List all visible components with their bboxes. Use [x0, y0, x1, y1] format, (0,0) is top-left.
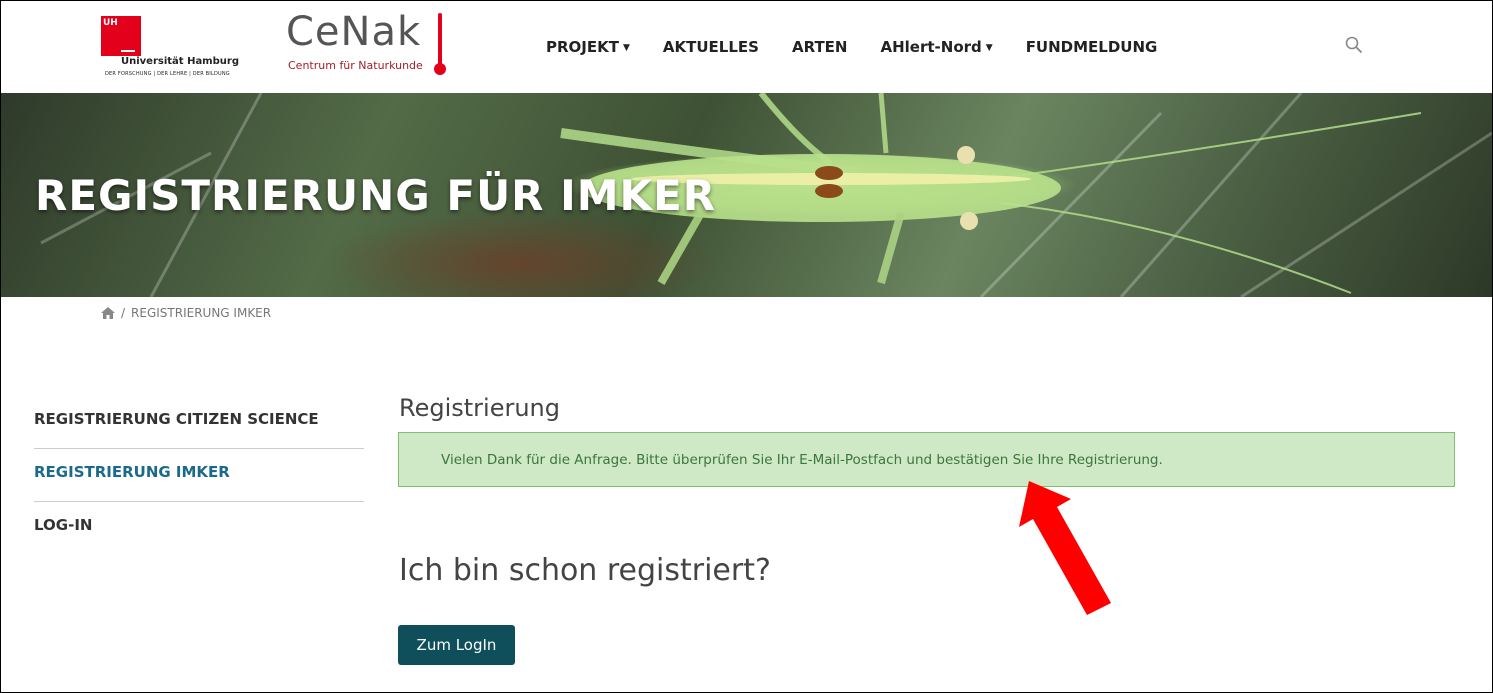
sidebar-item-imker[interactable]: REGISTRIERUNG IMKER — [34, 449, 364, 502]
uh-tagline: DER FORSCHUNG | DER LEHRE | DER BILDUNG — [105, 71, 230, 77]
nav-arten[interactable]: ARTEN — [792, 38, 848, 56]
breadcrumb: / REGISTRIERUNG IMKER — [101, 306, 271, 320]
breadcrumb-current: REGISTRIERUNG IMKER — [131, 306, 272, 320]
sidebar-item-login[interactable]: LOG-IN — [34, 502, 364, 554]
cenak-logo[interactable]: CeNak Centrum für Naturkunde — [286, 9, 456, 79]
page-frame: UH Universität Hamburg DER FORSCHUNG | D… — [0, 0, 1493, 693]
building-icon — [121, 36, 135, 52]
uni-hamburg-logo[interactable]: UH Universität Hamburg DER FORSCHUNG | D… — [101, 16, 271, 77]
page-title: REGISTRIERUNG FÜR IMKER — [35, 171, 717, 220]
login-button[interactable]: Zum LogIn — [398, 625, 515, 665]
cenak-title: CeNak — [286, 9, 422, 55]
search-icon[interactable] — [1345, 36, 1363, 54]
registration-heading: Registrierung — [399, 394, 561, 422]
site-header: UH Universität Hamburg DER FORSCHUNG | D… — [1, 1, 1492, 93]
caret-down-icon: ▼ — [985, 43, 993, 53]
already-registered-heading: Ich bin schon registriert? — [399, 553, 771, 588]
hero-banner: REGISTRIERUNG FÜR IMKER — [1, 93, 1492, 297]
alert-message: Vielen Dank für die Anfrage. Bitte überp… — [441, 452, 1163, 468]
thermometer-icon — [434, 13, 446, 75]
nav-projekt[interactable]: PROJEKT ▼ — [546, 38, 630, 56]
home-icon[interactable] — [101, 307, 115, 319]
sidebar-item-label: LOG-IN — [34, 516, 93, 534]
sidebar-item-label: REGISTRIERUNG CITIZEN SCIENCE — [34, 410, 319, 428]
nav-aktuelles-label: AKTUELLES — [662, 38, 759, 56]
breadcrumb-separator: / — [121, 306, 126, 320]
nav-fundmeldung[interactable]: FUNDMELDUNG — [1026, 38, 1158, 56]
uh-mark-text: UH — [103, 18, 118, 28]
caret-down-icon: ▼ — [622, 43, 630, 53]
nav-fundmeldung-label: FUNDMELDUNG — [1025, 38, 1158, 56]
main-nav: PROJEKT ▼ AKTUELLES ARTEN AHlert-Nord ▼ FU… — [546, 38, 1190, 56]
uh-name: Universität Hamburg — [121, 56, 239, 67]
sidebar: REGISTRIERUNG CITIZEN SCIENCE REGISTRIER… — [34, 396, 364, 554]
success-alert: Vielen Dank für die Anfrage. Bitte überp… — [398, 432, 1455, 487]
uh-logo-mark: UH — [101, 16, 141, 56]
sidebar-item-citizen-science[interactable]: REGISTRIERUNG CITIZEN SCIENCE — [34, 396, 364, 449]
nav-aktuelles[interactable]: AKTUELLES — [663, 38, 759, 56]
annotation-arrow-icon — [1019, 481, 1111, 615]
nav-ahlert-nord-label: AHlert-Nord — [880, 38, 982, 56]
sidebar-item-label: REGISTRIERUNG IMKER — [34, 463, 230, 481]
nav-projekt-label: PROJEKT — [546, 38, 619, 56]
nav-arten-label: ARTEN — [791, 38, 848, 56]
cenak-subtitle: Centrum für Naturkunde — [288, 59, 423, 72]
nav-ahlert-nord[interactable]: AHlert-Nord ▼ — [881, 38, 993, 56]
